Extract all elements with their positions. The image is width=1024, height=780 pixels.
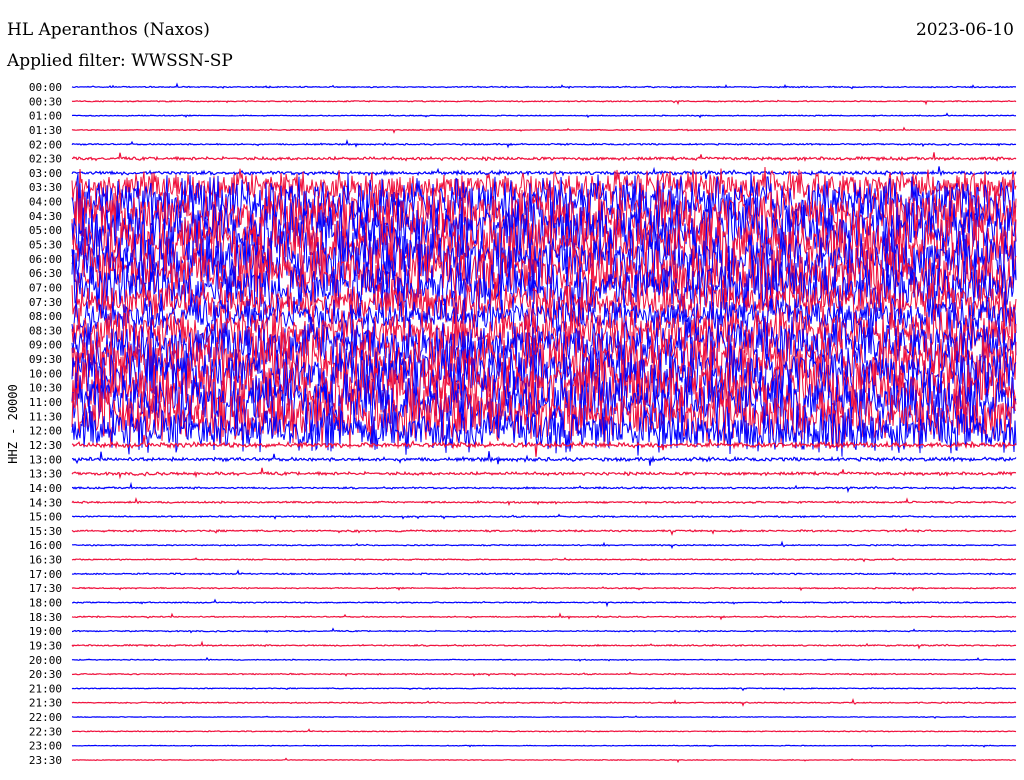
time-tick-label: 22:00 xyxy=(29,711,62,724)
time-tick-label: 00:30 xyxy=(29,95,62,108)
time-tick-label: 13:30 xyxy=(29,468,62,481)
time-tick-label: 01:00 xyxy=(29,110,62,123)
time-tick-label: 20:30 xyxy=(29,668,62,681)
trace-1630 xyxy=(71,557,1017,563)
time-tick-label: 19:30 xyxy=(29,639,62,652)
trace-0000 xyxy=(71,82,1016,90)
trace-0030 xyxy=(71,99,1017,106)
time-tick-label: 15:00 xyxy=(29,511,62,524)
trace-0100 xyxy=(71,112,1017,119)
time-tick-label: 16:30 xyxy=(29,554,62,567)
time-tick-label: 23:30 xyxy=(29,754,62,767)
time-tick-label: 11:00 xyxy=(29,396,62,409)
time-tick-label: 21:00 xyxy=(29,682,62,695)
trace-1400 xyxy=(71,481,1017,494)
time-tick-label: 08:00 xyxy=(29,310,62,323)
time-tick-label: 21:30 xyxy=(29,697,62,710)
time-tick-label: 04:00 xyxy=(29,196,62,209)
time-tick-label: 13:00 xyxy=(29,453,62,466)
time-tick-label: 10:30 xyxy=(29,382,62,395)
trace-1330 xyxy=(71,467,1017,480)
time-tick-label: 22:30 xyxy=(29,725,62,738)
trace-0230 xyxy=(71,152,1017,162)
time-tick-label: 08:30 xyxy=(29,324,62,337)
trace-1430 xyxy=(71,497,1017,507)
time-tick-label: 01:30 xyxy=(29,124,62,137)
time-tick-label: 02:00 xyxy=(29,138,62,151)
time-tick-label: 18:30 xyxy=(29,611,62,624)
time-tick-label: 03:30 xyxy=(29,181,62,194)
trace-1500 xyxy=(72,513,1017,520)
trace-1800 xyxy=(72,598,1017,608)
trace-1600 xyxy=(72,540,1017,550)
time-tick-label: 20:00 xyxy=(29,654,62,667)
trace-2300 xyxy=(71,744,1017,748)
trace-0130 xyxy=(71,126,1017,134)
trace-1900 xyxy=(71,627,1017,634)
trace-0200 xyxy=(71,138,1017,149)
time-tick-label: 12:00 xyxy=(29,425,62,438)
trace-1830 xyxy=(71,612,1017,621)
time-tick-label: 09:00 xyxy=(29,339,62,352)
trace-2200 xyxy=(71,715,1017,719)
time-tick-label: 09:30 xyxy=(29,353,62,366)
time-tick-label: 11:30 xyxy=(29,410,62,423)
time-tick-label: 05:30 xyxy=(29,239,62,252)
time-tick-label: 14:00 xyxy=(29,482,62,495)
trace-1300 xyxy=(71,451,1017,466)
trace-2230 xyxy=(71,728,1017,733)
time-tick-label: 12:30 xyxy=(29,439,62,452)
helicorder-plot: 00:0000:30 01:0001:3002:00 02:3003:0003:30… xyxy=(29,81,1017,767)
time-tick-label: 18:00 xyxy=(29,596,62,609)
trace-2030 xyxy=(71,671,1016,677)
trace-1700 xyxy=(71,569,1017,576)
time-tick-label: 10:00 xyxy=(29,367,62,380)
time-tick-label: 05:00 xyxy=(29,224,62,237)
time-tick-label: 00:00 xyxy=(29,81,62,94)
time-tick-label: 15:30 xyxy=(29,525,62,538)
time-tick-label: 02:30 xyxy=(29,153,62,166)
trace-2100 xyxy=(71,686,1017,692)
trace-1930 xyxy=(71,640,1017,650)
time-tick-label: 23:00 xyxy=(29,740,62,753)
time-tick-label: 14:30 xyxy=(29,496,62,509)
time-tick-label: 06:00 xyxy=(29,253,62,266)
trace-2130 xyxy=(71,697,1017,707)
time-tick-label: 16:00 xyxy=(29,539,62,552)
time-tick-label: 04:30 xyxy=(29,210,62,223)
time-tick-label: 06:30 xyxy=(29,267,62,280)
trace-1530 xyxy=(71,528,1017,537)
time-tick-label: 07:30 xyxy=(29,296,62,309)
time-tick-label: 17:00 xyxy=(29,568,62,581)
time-tick-label: 03:00 xyxy=(29,167,62,180)
trace-1730 xyxy=(71,586,1017,592)
time-tick-label: 19:00 xyxy=(29,625,62,638)
time-tick-label: 07:00 xyxy=(29,281,62,294)
trace-2330 xyxy=(71,757,1016,764)
time-tick-label: 17:30 xyxy=(29,582,62,595)
trace-2000 xyxy=(71,656,1017,662)
